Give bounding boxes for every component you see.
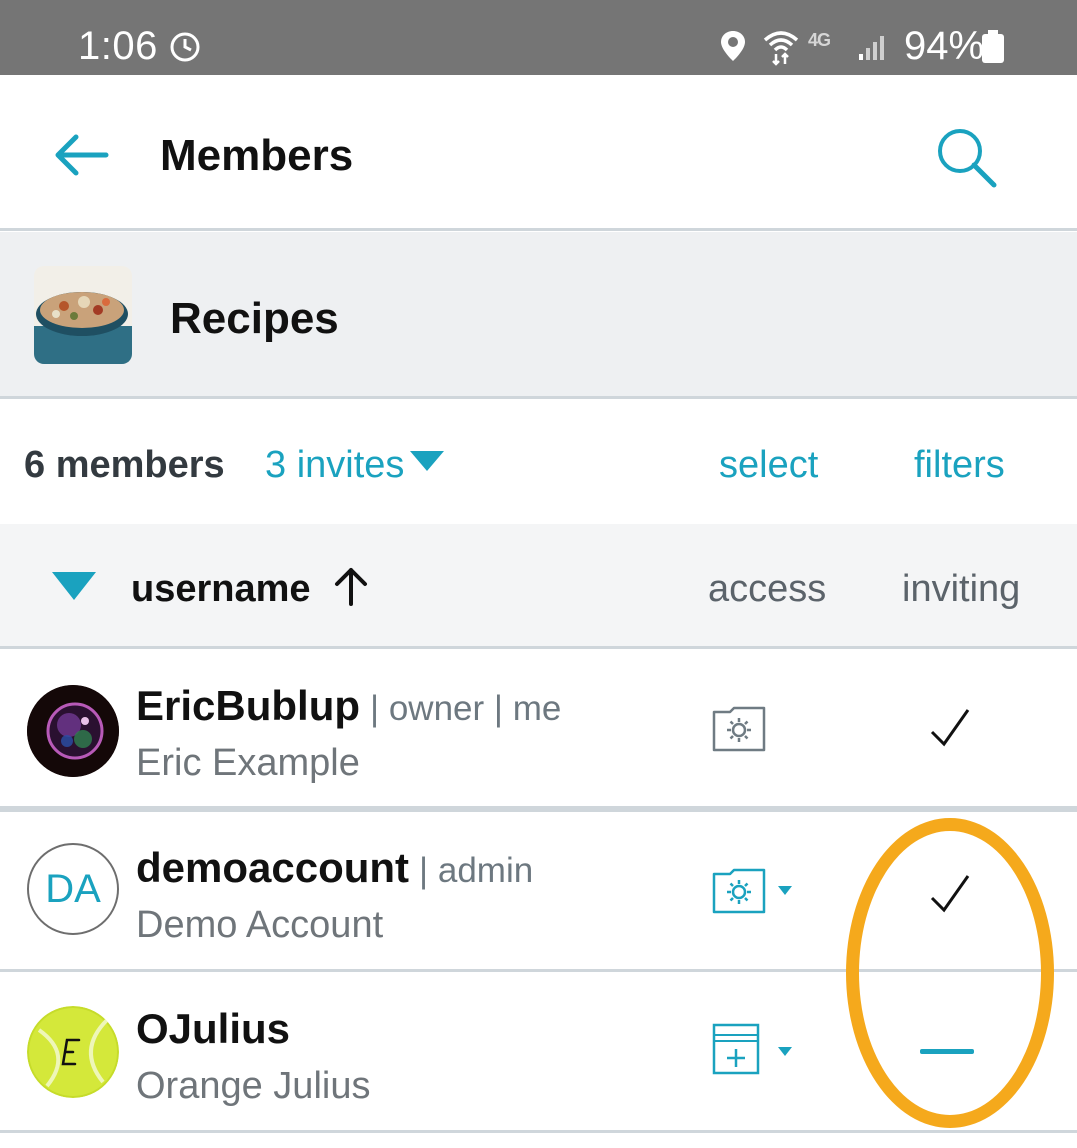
column-access: access xyxy=(708,568,827,610)
members-count: 6 members xyxy=(24,444,225,486)
member-role: | admin xyxy=(419,851,534,890)
inviting-check-icon[interactable] xyxy=(928,872,972,916)
caret-down-icon xyxy=(410,450,445,471)
avatar xyxy=(27,685,119,777)
search-icon[interactable] xyxy=(934,125,1000,191)
status-time: 1:06 xyxy=(78,24,158,68)
filters-button[interactable]: filters xyxy=(914,444,1005,487)
location-icon xyxy=(721,31,745,61)
access-caret-icon[interactable] xyxy=(778,1047,792,1056)
member-full-name: Eric Example xyxy=(136,742,360,784)
member-full-name: Demo Account xyxy=(136,904,384,946)
top-app-bar: Members xyxy=(0,75,1077,231)
network-type-label: 4G xyxy=(808,30,831,50)
inviting-check-icon[interactable] xyxy=(928,706,972,750)
page-title: Members xyxy=(160,131,354,180)
folder-gear-icon[interactable] xyxy=(712,866,766,914)
inviting-dash-icon[interactable] xyxy=(920,1049,974,1054)
access-caret-icon[interactable] xyxy=(778,886,792,895)
battery-icon xyxy=(982,30,1004,63)
invites-label: 3 invites xyxy=(265,444,405,486)
member-row[interactable]: OJulius Orange Julius xyxy=(0,973,1077,1133)
avatar: DA xyxy=(27,843,119,935)
member-counts-bar: 6 members 3 invites select filters xyxy=(0,400,1077,524)
sort-ascending-icon[interactable] xyxy=(333,566,369,606)
alarm-clock-icon xyxy=(170,32,200,62)
group-header: Recipes xyxy=(0,232,1077,399)
column-inviting: inviting xyxy=(902,568,1021,610)
battery-percent: 94% xyxy=(904,24,985,68)
signal-icon xyxy=(859,36,884,60)
back-arrow-icon[interactable] xyxy=(50,133,110,177)
status-bar: 1:06 4G 94% xyxy=(0,0,1077,75)
member-username: demoaccount | admin xyxy=(136,844,534,891)
select-button[interactable]: select xyxy=(719,444,818,487)
member-row[interactable]: EricBublup | owner | me Eric Example xyxy=(0,652,1077,812)
member-username: OJulius xyxy=(136,1005,291,1052)
column-username[interactable]: username xyxy=(131,568,311,611)
member-username: EricBublup | owner | me xyxy=(136,682,562,729)
wifi-icon xyxy=(763,31,799,66)
group-name: Recipes xyxy=(170,294,339,343)
doc-plus-icon[interactable] xyxy=(712,1023,760,1075)
member-row[interactable]: DA demoaccount | admin Demo Account xyxy=(0,818,1077,972)
group-thumbnail-image xyxy=(34,266,132,364)
invites-dropdown[interactable]: 3 invites xyxy=(265,444,445,487)
member-full-name: Orange Julius xyxy=(136,1065,371,1107)
member-role: | owner | me xyxy=(370,689,562,728)
collapse-caret-icon[interactable] xyxy=(52,572,96,600)
avatar xyxy=(27,1006,119,1098)
column-header: username access inviting xyxy=(0,524,1077,649)
folder-gear-icon[interactable] xyxy=(712,704,766,752)
avatar-initials: DA xyxy=(45,867,101,911)
